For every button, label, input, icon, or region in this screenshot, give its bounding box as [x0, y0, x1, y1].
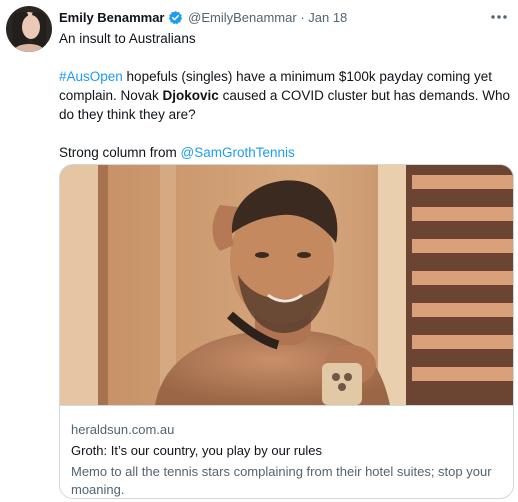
more-options-icon[interactable] [490, 10, 508, 22]
card-text-area[interactable]: heraldsun.com.au Groth: It’s our country… [60, 405, 513, 498]
author-display-name[interactable]: Emily Benammar [59, 10, 165, 25]
mention-link[interactable]: @SamGrothTennis [181, 145, 295, 160]
card-domain: heraldsun.com.au [71, 422, 175, 437]
tweet-paragraph-3: Strong column from @SamGrothTennis [59, 143, 511, 162]
tweet-text: An insult to Australians #AusOpen hopefu… [59, 29, 511, 162]
author-handle[interactable]: @EmilyBenammar [188, 10, 297, 25]
avatar-shoulder [14, 44, 44, 52]
tweet-date[interactable]: · Jan 18 [300, 10, 347, 25]
tweet-line-1: An insult to Australians [59, 31, 196, 46]
hashtag-link[interactable]: #AusOpen [59, 69, 123, 84]
tweet-header: Emily Benammar @EmilyBenammar · Jan 18 [59, 9, 508, 29]
avatar-face [22, 15, 40, 39]
tweet[interactable]: Emily Benammar @EmilyBenammar · Jan 18 A… [0, 0, 518, 502]
link-card[interactable]: heraldsun.com.au Groth: It’s our country… [59, 164, 514, 499]
tweet-bold-name: Djokovic [162, 88, 219, 103]
verified-badge-icon [168, 10, 183, 30]
tweet-paragraph-2: #AusOpen hopefuls (singles) have a minim… [59, 67, 511, 124]
author-avatar[interactable] [6, 6, 52, 52]
card-description: Memo to all the tennis stars complaining… [71, 464, 492, 497]
tweet-text-segment: Strong column from [59, 145, 181, 160]
card-image[interactable] [60, 165, 513, 405]
card-title: Groth: It’s our country, you play by our… [71, 443, 322, 458]
